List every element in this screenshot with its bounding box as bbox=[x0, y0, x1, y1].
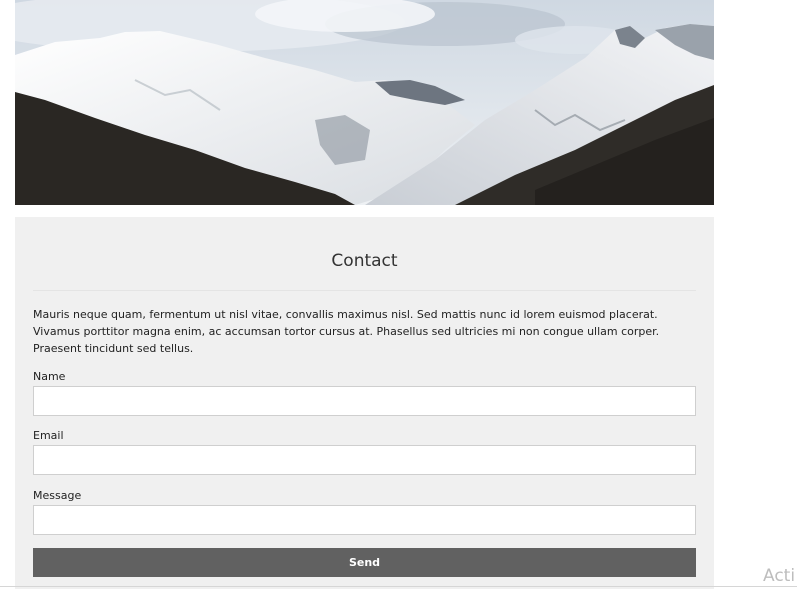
contact-panel: Contact Mauris neque quam, fermentum ut … bbox=[15, 217, 714, 589]
email-input[interactable] bbox=[33, 445, 696, 475]
message-input[interactable] bbox=[33, 505, 696, 535]
send-button[interactable]: Send bbox=[33, 548, 696, 577]
name-label: Name bbox=[33, 370, 66, 383]
hero-image bbox=[15, 0, 714, 205]
activation-watermark: Acti bbox=[763, 566, 796, 586]
message-label: Message bbox=[33, 489, 82, 502]
contact-title: Contact bbox=[331, 251, 398, 271]
name-input[interactable] bbox=[33, 386, 696, 416]
title-divider bbox=[33, 290, 696, 291]
contact-intro-text: Mauris neque quam, fermentum ut nisl vit… bbox=[33, 308, 660, 355]
page: Contact Mauris neque quam, fermentum ut … bbox=[0, 0, 797, 589]
bottom-divider bbox=[0, 586, 797, 587]
mountain-landscape-image bbox=[15, 0, 714, 205]
email-label: Email bbox=[33, 429, 64, 442]
